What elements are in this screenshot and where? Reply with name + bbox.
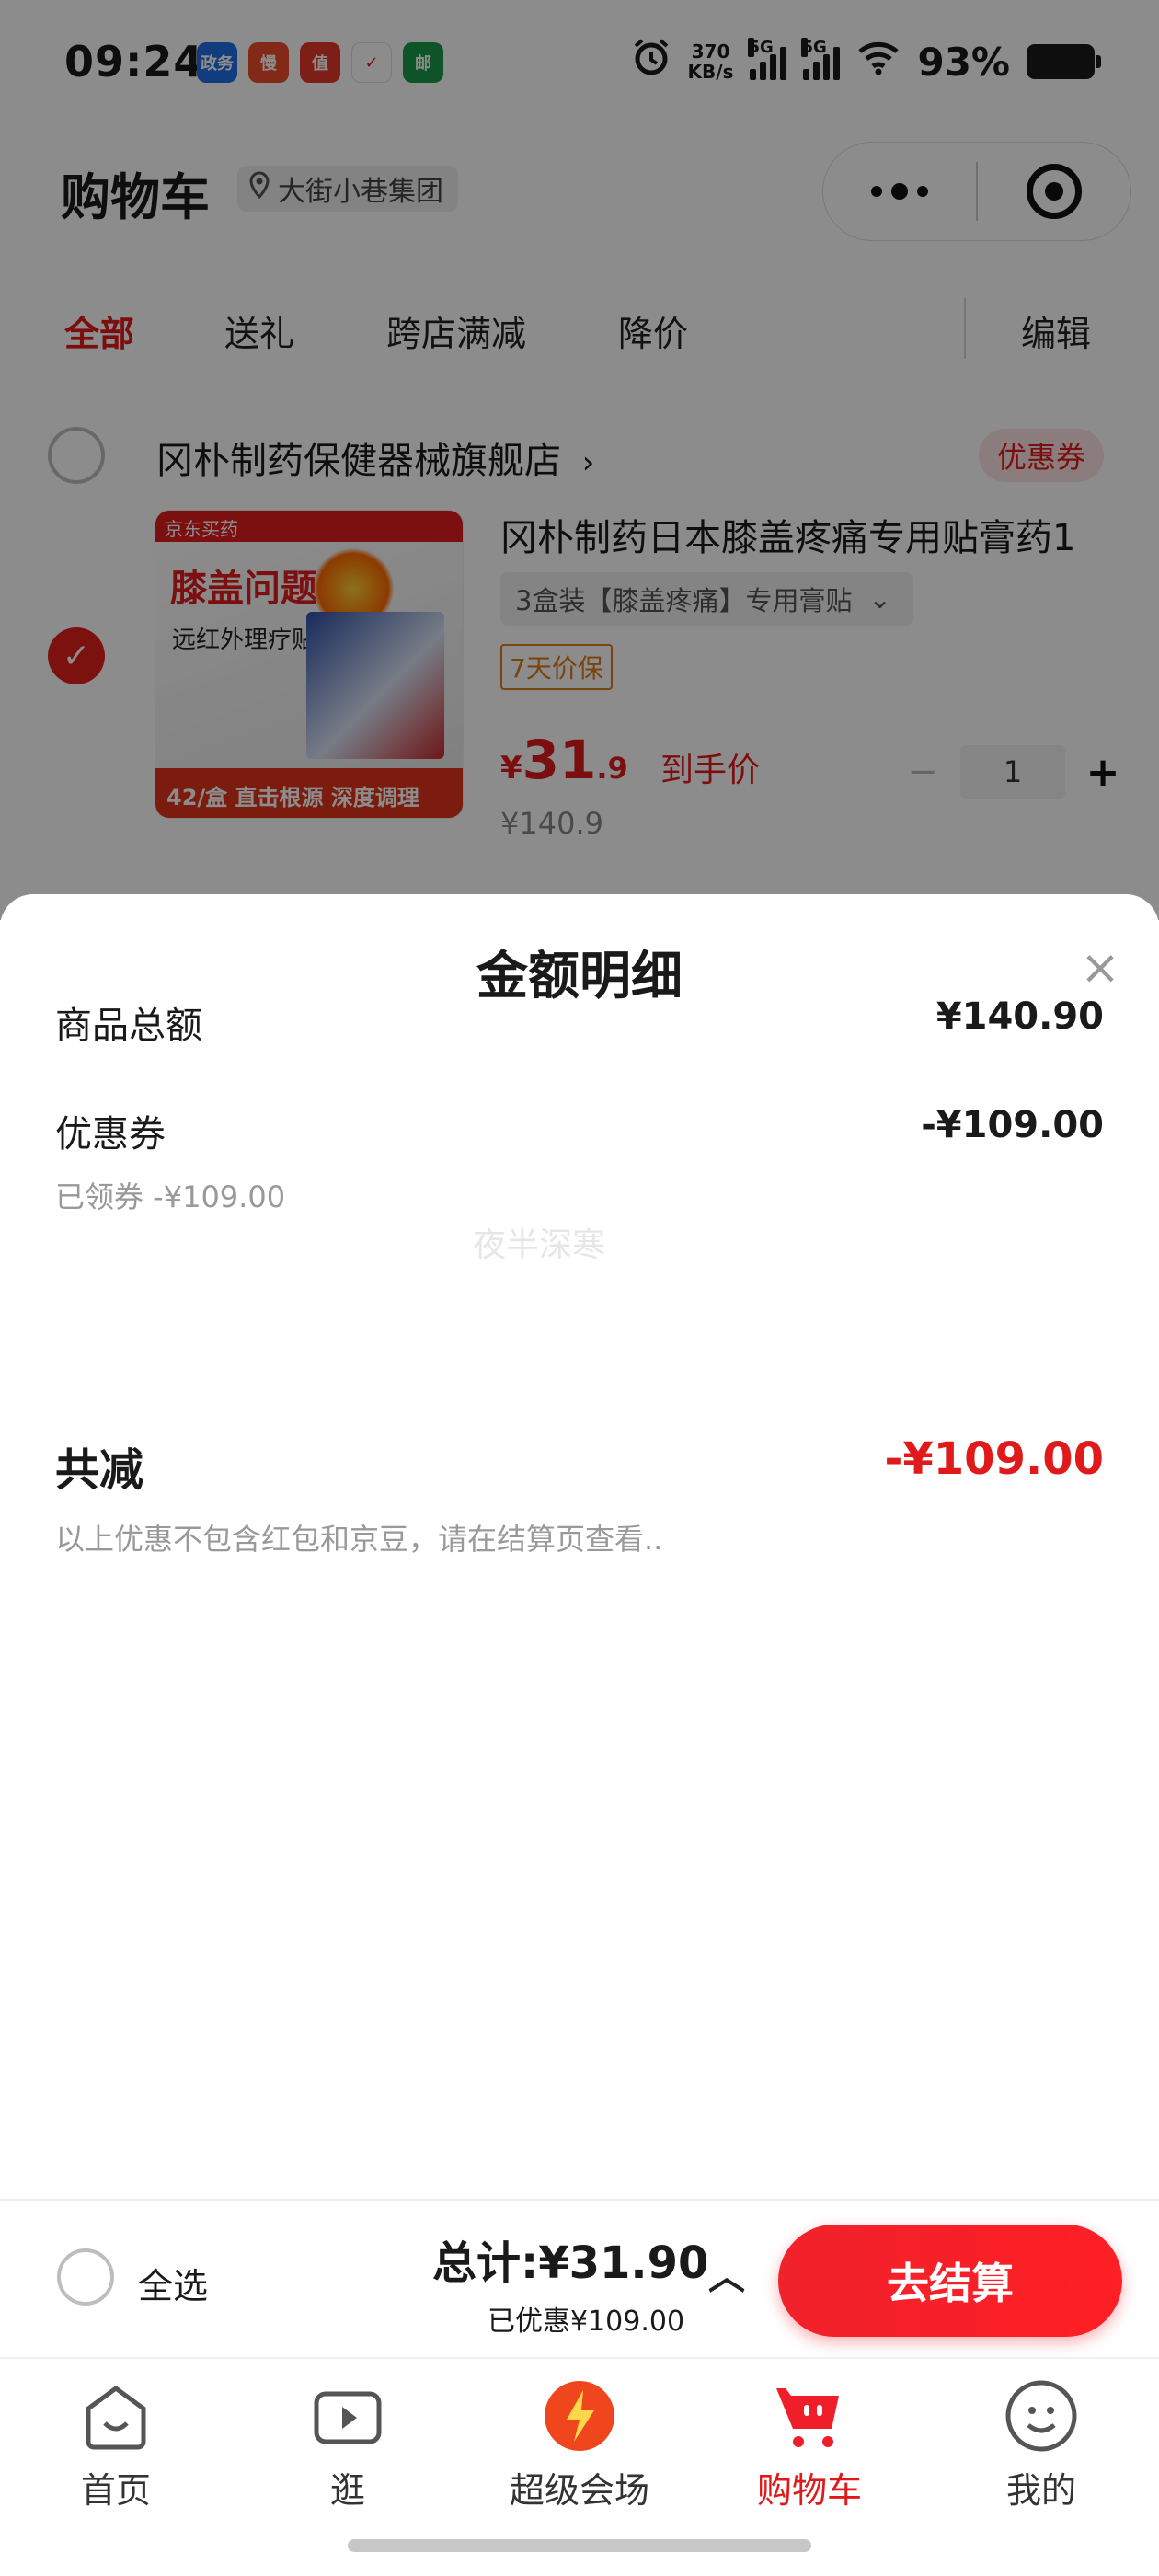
- coupon-value: -¥109.00: [921, 1104, 1104, 1146]
- cart-icon: [771, 2377, 848, 2455]
- saved-amount: 已优惠¥109.00: [488, 2306, 685, 2338]
- checkout-bar: 全选 总计:¥31.90 已优惠¥109.00 ︿ 去结算: [0, 2199, 1159, 2357]
- amount-detail-sheet: 金额明细 × 商品总额 ¥140.90 优惠券 -¥109.00 已领券 -¥1…: [0, 894, 1159, 2199]
- tab-cart[interactable]: 购物车: [708, 2377, 911, 2513]
- total-discount-value: -¥109.00: [884, 1433, 1104, 1485]
- tab-browse[interactable]: 逛: [247, 2377, 449, 2513]
- home-indicator[interactable]: [348, 2539, 811, 2552]
- tab-super-venue[interactable]: 超级会场: [478, 2377, 681, 2513]
- select-all-label[interactable]: 全选: [138, 2258, 208, 2308]
- goods-total-value: ¥140.90: [935, 995, 1104, 1038]
- checkout-button[interactable]: 去结算: [778, 2225, 1122, 2337]
- super-venue-icon: [541, 2377, 618, 2455]
- watermark: 夜半深寒: [473, 1226, 606, 1264]
- profile-icon: [1003, 2377, 1080, 2455]
- select-all-radio[interactable]: [57, 2248, 114, 2306]
- home-icon: [77, 2377, 155, 2455]
- total-discount-label: 共减: [55, 1444, 144, 1496]
- tab-profile[interactable]: 我的: [940, 2377, 1142, 2513]
- coupon-claimed: 已领券 -¥109.00: [55, 1179, 286, 1214]
- tab-home[interactable]: 首页: [15, 2377, 217, 2513]
- coupon-label: 优惠券: [55, 1113, 166, 1156]
- discount-note: 以上优惠不包含红包和京豆，请在结算页查看..: [55, 1522, 663, 1557]
- goods-total-label: 商品总额: [55, 1005, 202, 1047]
- chevron-up-icon[interactable]: ︿: [708, 2247, 745, 2300]
- total-amount: 总计:¥31.90: [432, 2237, 709, 2289]
- close-icon[interactable]: ×: [1073, 940, 1128, 995]
- modal-overlay[interactable]: [0, 0, 1159, 920]
- video-icon: [309, 2377, 386, 2455]
